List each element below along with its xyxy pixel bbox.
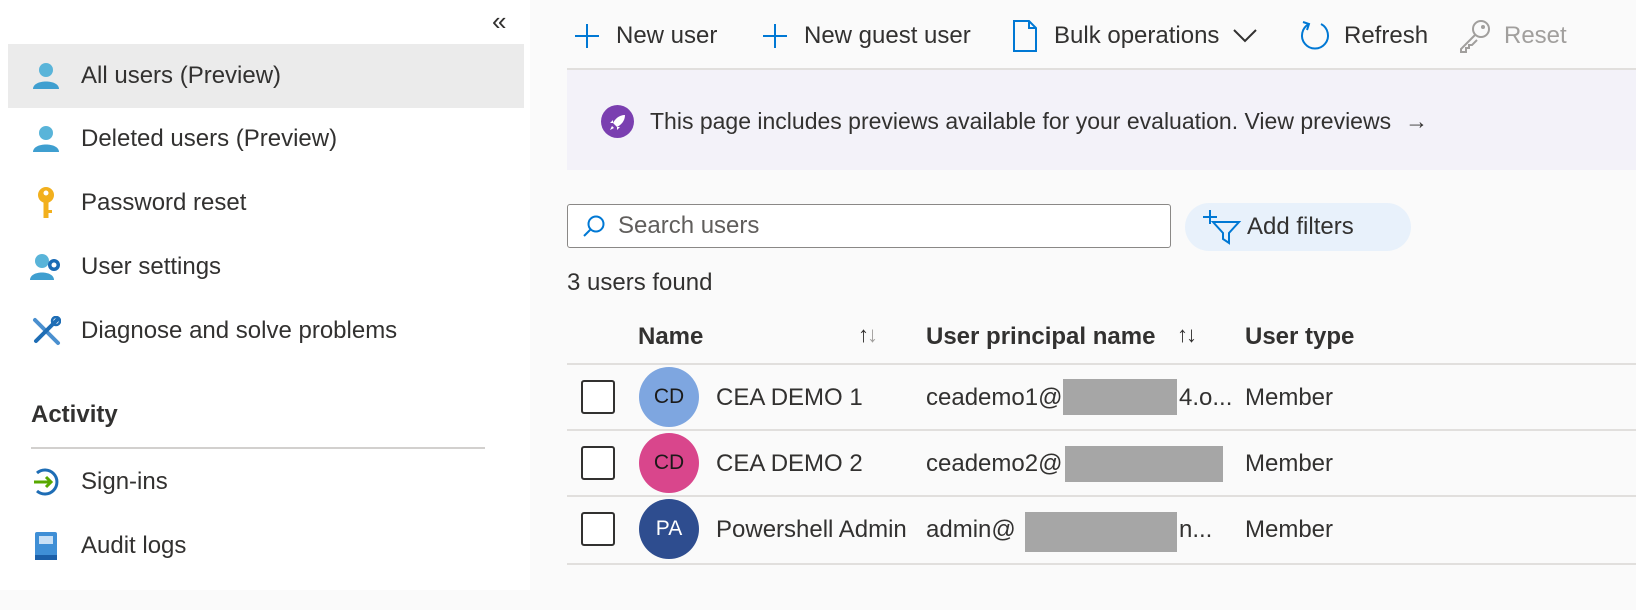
plus-icon — [570, 19, 604, 53]
sidebar-item-audit-logs[interactable]: Audit logs — [8, 514, 524, 578]
new-user-label: New user — [616, 22, 718, 49]
row-checkbox[interactable] — [581, 446, 615, 480]
chevron-down-icon — [1233, 29, 1258, 43]
user-upn-suffix: 4.o... — [1179, 384, 1233, 411]
redacted-block — [1025, 512, 1177, 552]
avatar: CD — [639, 433, 699, 493]
document-icon — [1008, 19, 1042, 53]
redacted-block — [1063, 379, 1177, 415]
banner-message: This page includes previews available fo… — [650, 108, 1392, 134]
sidebar: « All users (Preview) Deleted users (Pre… — [0, 0, 530, 590]
user-name[interactable]: CEA DEMO 2 — [716, 450, 863, 478]
user-upn-suffix: n... — [1179, 516, 1213, 543]
user-settings-icon — [30, 251, 62, 283]
arrow-right-icon: → — [1405, 108, 1429, 134]
collapse-sidebar-icon[interactable]: « — [492, 8, 506, 34]
table-row[interactable]: CD CEA DEMO 1 ceademo1@ 4.o... Member — [567, 365, 1636, 429]
key-outline-icon — [1458, 19, 1492, 53]
user-icon — [30, 123, 62, 155]
key-icon — [30, 187, 62, 219]
sidebar-item-label: Password reset — [81, 189, 247, 216]
row-checkbox[interactable] — [581, 380, 615, 414]
search-box — [567, 204, 1171, 248]
user-type: Member — [1245, 450, 1334, 477]
refresh-button[interactable]: Refresh — [1298, 14, 1428, 58]
sidebar-item-deleted-users[interactable]: Deleted users (Preview) — [8, 107, 524, 171]
reset-button[interactable]: Reset — [1458, 14, 1567, 58]
search-input[interactable] — [618, 212, 1158, 240]
sidebar-item-label: User settings — [81, 253, 222, 280]
preview-banner-text[interactable]: This page includes previews available fo… — [650, 108, 1428, 135]
refresh-icon — [1298, 19, 1332, 53]
sign-in-icon — [30, 466, 62, 498]
main-content: New user New guest user Bulk operations … — [530, 0, 1636, 610]
rocket-icon — [601, 105, 634, 138]
user-upn-prefix: ceademo1@ — [926, 384, 1063, 411]
table-row[interactable]: PA Powershell Admin admin@ n... Member — [567, 497, 1636, 561]
sidebar-item-user-settings[interactable]: User settings — [8, 235, 524, 299]
sidebar-item-diagnose[interactable]: Diagnose and solve problems — [8, 299, 524, 363]
sidebar-item-sign-ins[interactable]: Sign-ins — [8, 450, 524, 514]
sidebar-item-label: Diagnose and solve problems — [81, 317, 398, 344]
sidebar-item-password-reset[interactable]: Password reset — [8, 171, 524, 235]
section-title-activity: Activity — [31, 401, 118, 428]
plus-icon — [758, 19, 792, 53]
reset-label: Reset — [1504, 22, 1567, 49]
user-upn-prefix: ceademo2@ — [926, 450, 1063, 477]
result-count: 3 users found — [567, 269, 713, 296]
column-header-upn[interactable]: User principal name — [926, 323, 1155, 351]
section-divider — [31, 447, 485, 449]
row-checkbox[interactable] — [581, 512, 615, 546]
sort-upn-icon[interactable]: ↑↓ — [1177, 322, 1197, 348]
preview-banner: This page includes previews available fo… — [567, 70, 1636, 170]
sidebar-item-label: Audit logs — [81, 532, 187, 559]
sidebar-item-label: Deleted users (Preview) — [81, 125, 338, 152]
user-name[interactable]: CEA DEMO 1 — [716, 384, 863, 412]
new-user-button[interactable]: New user — [570, 14, 717, 58]
column-header-user-type[interactable]: User type — [1245, 323, 1354, 351]
new-guest-user-button[interactable]: New guest user — [758, 14, 971, 58]
add-filter-icon — [1203, 207, 1243, 247]
bulk-operations-label: Bulk operations — [1054, 22, 1220, 49]
sort-name-icon[interactable]: ↑↓ — [858, 322, 878, 348]
search-icon — [580, 212, 608, 240]
avatar: CD — [639, 367, 699, 427]
wrench-icon — [30, 315, 62, 347]
column-header-name[interactable]: Name — [638, 323, 703, 351]
table-row[interactable]: CD CEA DEMO 2 ceademo2@ Member — [567, 431, 1636, 495]
new-guest-user-label: New guest user — [804, 22, 971, 49]
refresh-label: Refresh — [1344, 22, 1429, 49]
user-upn-prefix: admin@ — [926, 516, 1016, 543]
sidebar-item-label: Sign-ins — [81, 468, 168, 495]
add-filters-button[interactable]: Add filters — [1185, 203, 1411, 251]
sidebar-item-all-users[interactable]: All users (Preview) — [8, 44, 524, 108]
avatar: PA — [639, 499, 699, 559]
row-divider — [567, 563, 1636, 565]
audit-log-icon — [30, 530, 62, 562]
add-filters-label: Add filters — [1247, 213, 1354, 240]
user-name[interactable]: Powershell Admin — [716, 516, 907, 544]
user-type: Member — [1245, 384, 1334, 411]
user-icon — [30, 60, 62, 92]
bulk-operations-button[interactable]: Bulk operations — [1008, 14, 1258, 58]
redacted-block — [1065, 446, 1223, 482]
sidebar-item-label: All users (Preview) — [81, 62, 282, 89]
user-type: Member — [1245, 516, 1334, 543]
